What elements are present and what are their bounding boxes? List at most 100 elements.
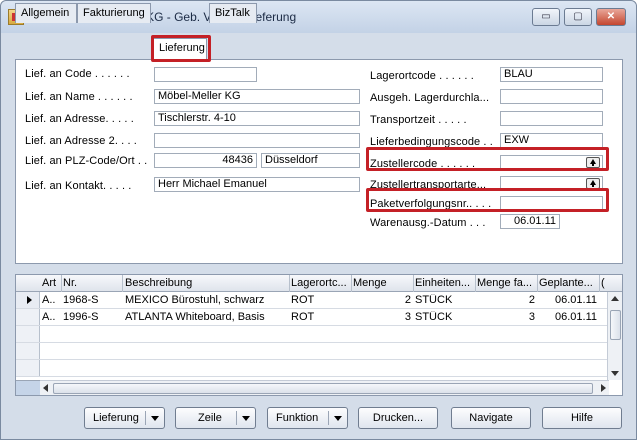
tab-lieferung[interactable]: Lieferung <box>153 38 207 61</box>
lieferung-menu-button[interactable]: Lieferung <box>84 407 165 429</box>
vertical-scroll-thumb[interactable] <box>610 310 621 340</box>
drucken-button[interactable]: Drucken... <box>358 407 438 429</box>
lookup-arrow-icon[interactable] <box>586 157 600 168</box>
label-lief-an-kontakt: Lief. an Kontakt. . . . . <box>25 180 132 192</box>
column-header[interactable]: ( <box>601 277 611 289</box>
label-lagerortcode: Lagerortcode . . . . . . <box>370 70 474 82</box>
cell-art[interactable]: A.. <box>42 294 60 306</box>
label-transportzeit: Transportzeit . . . . . <box>370 114 467 126</box>
lagerdurchlauf-field[interactable] <box>500 89 603 104</box>
lief-an-adresse-2-field[interactable] <box>154 133 360 148</box>
close-button[interactable]: ✕ <box>596 8 626 26</box>
horizontal-scrollbar[interactable] <box>40 380 609 395</box>
zustellertransportart-field[interactable] <box>500 176 603 191</box>
drucken-button-label: Drucken... <box>372 412 424 424</box>
chevron-down-icon <box>151 416 159 421</box>
column-header[interactable]: Menge fa... <box>477 277 537 289</box>
column-header[interactable]: Beschreibung <box>125 277 290 289</box>
window: 102001 Möbel-Meller KG - Geb. Verkaufsli… <box>0 0 637 440</box>
label-warenausgangsdatum: Warenausg.-Datum . . . <box>370 217 486 229</box>
label-lieferbedingungscode: Lieferbedingungscode . . <box>370 136 493 148</box>
cell-lagerort[interactable]: ROT <box>291 294 349 306</box>
hilfe-button[interactable]: Hilfe <box>542 407 622 429</box>
table-row[interactable]: A.. 1996-S ATLANTA Whiteboard, Basis ROT… <box>16 309 608 326</box>
tab-label: Lieferung <box>159 42 205 54</box>
tab-allgemein[interactable]: Allgemein <box>15 3 77 23</box>
maximize-button[interactable]: ▢ <box>564 8 592 26</box>
lieferung-button-label: Lieferung <box>93 412 139 424</box>
funktion-button-label: Funktion <box>276 412 319 424</box>
label-paketverfolgungsnr: Paketverfolgungsnr.. . . . <box>370 198 492 210</box>
zeile-button-label: Zeile <box>198 412 222 424</box>
cell-nr[interactable]: 1968-S <box>63 294 121 306</box>
scroll-down-arrow-icon[interactable] <box>611 371 619 376</box>
horizontal-scroll-thumb[interactable] <box>53 383 593 394</box>
scroll-right-arrow-icon[interactable] <box>601 384 606 392</box>
table-row-empty[interactable] <box>16 343 608 360</box>
close-icon: ✕ <box>606 11 616 22</box>
label-lief-an-adresse-2: Lief. an Adresse 2. . . . <box>25 135 137 147</box>
scroll-up-arrow-icon[interactable] <box>611 296 619 301</box>
column-header[interactable]: Art <box>42 277 62 289</box>
tab-label: Allgemein <box>21 7 70 19</box>
label-zustellercode: Zustellercode . . . . . . <box>370 158 476 170</box>
cell-geplant[interactable]: 06.01.11 <box>539 294 597 306</box>
tab-fakturierung[interactable]: Fakturierung <box>77 3 151 23</box>
cell-menge[interactable]: 2 <box>353 294 411 306</box>
lief-an-plz-field[interactable]: 48436 <box>154 153 257 168</box>
table-row-empty[interactable] <box>16 326 608 343</box>
minimize-button[interactable]: ▭ <box>532 8 560 26</box>
lief-an-adresse-field[interactable]: Tischlerstr. 4-10 <box>154 111 360 126</box>
warenausgangsdatum-field[interactable]: 06.01.11 <box>500 214 560 229</box>
tab-biztalk[interactable]: BizTalk <box>209 3 257 23</box>
label-lief-an-code: Lief. an Code . . . . . . <box>25 68 130 80</box>
label-lief-an-plz-ort: Lief. an PLZ-Code/Ort . . <box>25 155 148 167</box>
hilfe-button-label: Hilfe <box>570 412 593 424</box>
tab-label: Fakturierung <box>83 7 145 19</box>
lief-an-name-field[interactable]: Möbel-Meller KG <box>154 89 360 104</box>
lief-an-ort-field[interactable]: Düsseldorf <box>261 153 360 168</box>
lines-grid: Art Nr. Beschreibung Lagerortc... Menge … <box>15 274 623 396</box>
grid-corner <box>16 380 40 395</box>
label-lief-an-name: Lief. an Name . . . . . . <box>25 91 133 103</box>
funktion-menu-button[interactable]: Funktion <box>267 407 348 429</box>
minimize-icon: ▭ <box>541 11 551 22</box>
lagerortcode-field[interactable]: BLAU <box>500 67 603 82</box>
cell-einheit[interactable]: STÜCK <box>415 311 473 323</box>
table-row-empty[interactable] <box>16 360 608 377</box>
lookup-arrow-icon[interactable] <box>586 178 600 189</box>
lief-an-code-field[interactable] <box>154 67 257 82</box>
cell-nr[interactable]: 1996-S <box>63 311 121 323</box>
vertical-scrollbar[interactable] <box>607 292 622 380</box>
zeile-menu-button[interactable]: Zeile <box>175 407 256 429</box>
cell-art[interactable]: A.. <box>42 311 60 323</box>
cell-menge-fakturiert[interactable]: 2 <box>477 294 535 306</box>
label-zustellertransportart: Zustellertransportarte... <box>370 179 487 191</box>
lief-an-kontakt-field[interactable]: Herr Michael Emanuel <box>154 177 360 192</box>
column-header[interactable]: Menge <box>353 277 413 289</box>
cell-einheit[interactable]: STÜCK <box>415 294 473 306</box>
scroll-left-arrow-icon[interactable] <box>43 384 48 392</box>
grid-header: Art Nr. Beschreibung Lagerortc... Menge … <box>16 275 622 292</box>
navigate-button-label: Navigate <box>469 412 513 424</box>
cell-menge-fakturiert[interactable]: 3 <box>477 311 535 323</box>
column-header[interactable]: Geplante... <box>539 277 599 289</box>
cell-beschreibung[interactable]: MEXICO Bürostuhl, schwarz <box>125 294 288 306</box>
column-header[interactable]: Einheiten... <box>415 277 475 289</box>
cell-lagerort[interactable]: ROT <box>291 311 349 323</box>
tab-label: BizTalk <box>215 7 250 19</box>
cell-geplant[interactable]: 06.01.11 <box>539 311 597 323</box>
cell-menge[interactable]: 3 <box>353 311 411 323</box>
table-row[interactable]: A.. 1968-S MEXICO Bürostuhl, schwarz ROT… <box>16 292 608 309</box>
zustellercode-field[interactable] <box>500 155 603 170</box>
lieferung-panel: Lief. an Code . . . . . . Lief. an Name … <box>15 59 623 264</box>
chevron-down-icon <box>334 416 342 421</box>
lieferbedingungscode-field[interactable]: EXW <box>500 133 603 148</box>
transportzeit-field[interactable] <box>500 111 603 126</box>
column-header[interactable]: Lagerortc... <box>291 277 351 289</box>
paketverfolgungsnr-field[interactable] <box>500 196 603 211</box>
column-header[interactable]: Nr. <box>63 277 123 289</box>
navigate-button[interactable]: Navigate <box>451 407 531 429</box>
cell-beschreibung[interactable]: ATLANTA Whiteboard, Basis <box>125 311 288 323</box>
label-lief-an-adresse: Lief. an Adresse. . . . . <box>25 113 134 125</box>
